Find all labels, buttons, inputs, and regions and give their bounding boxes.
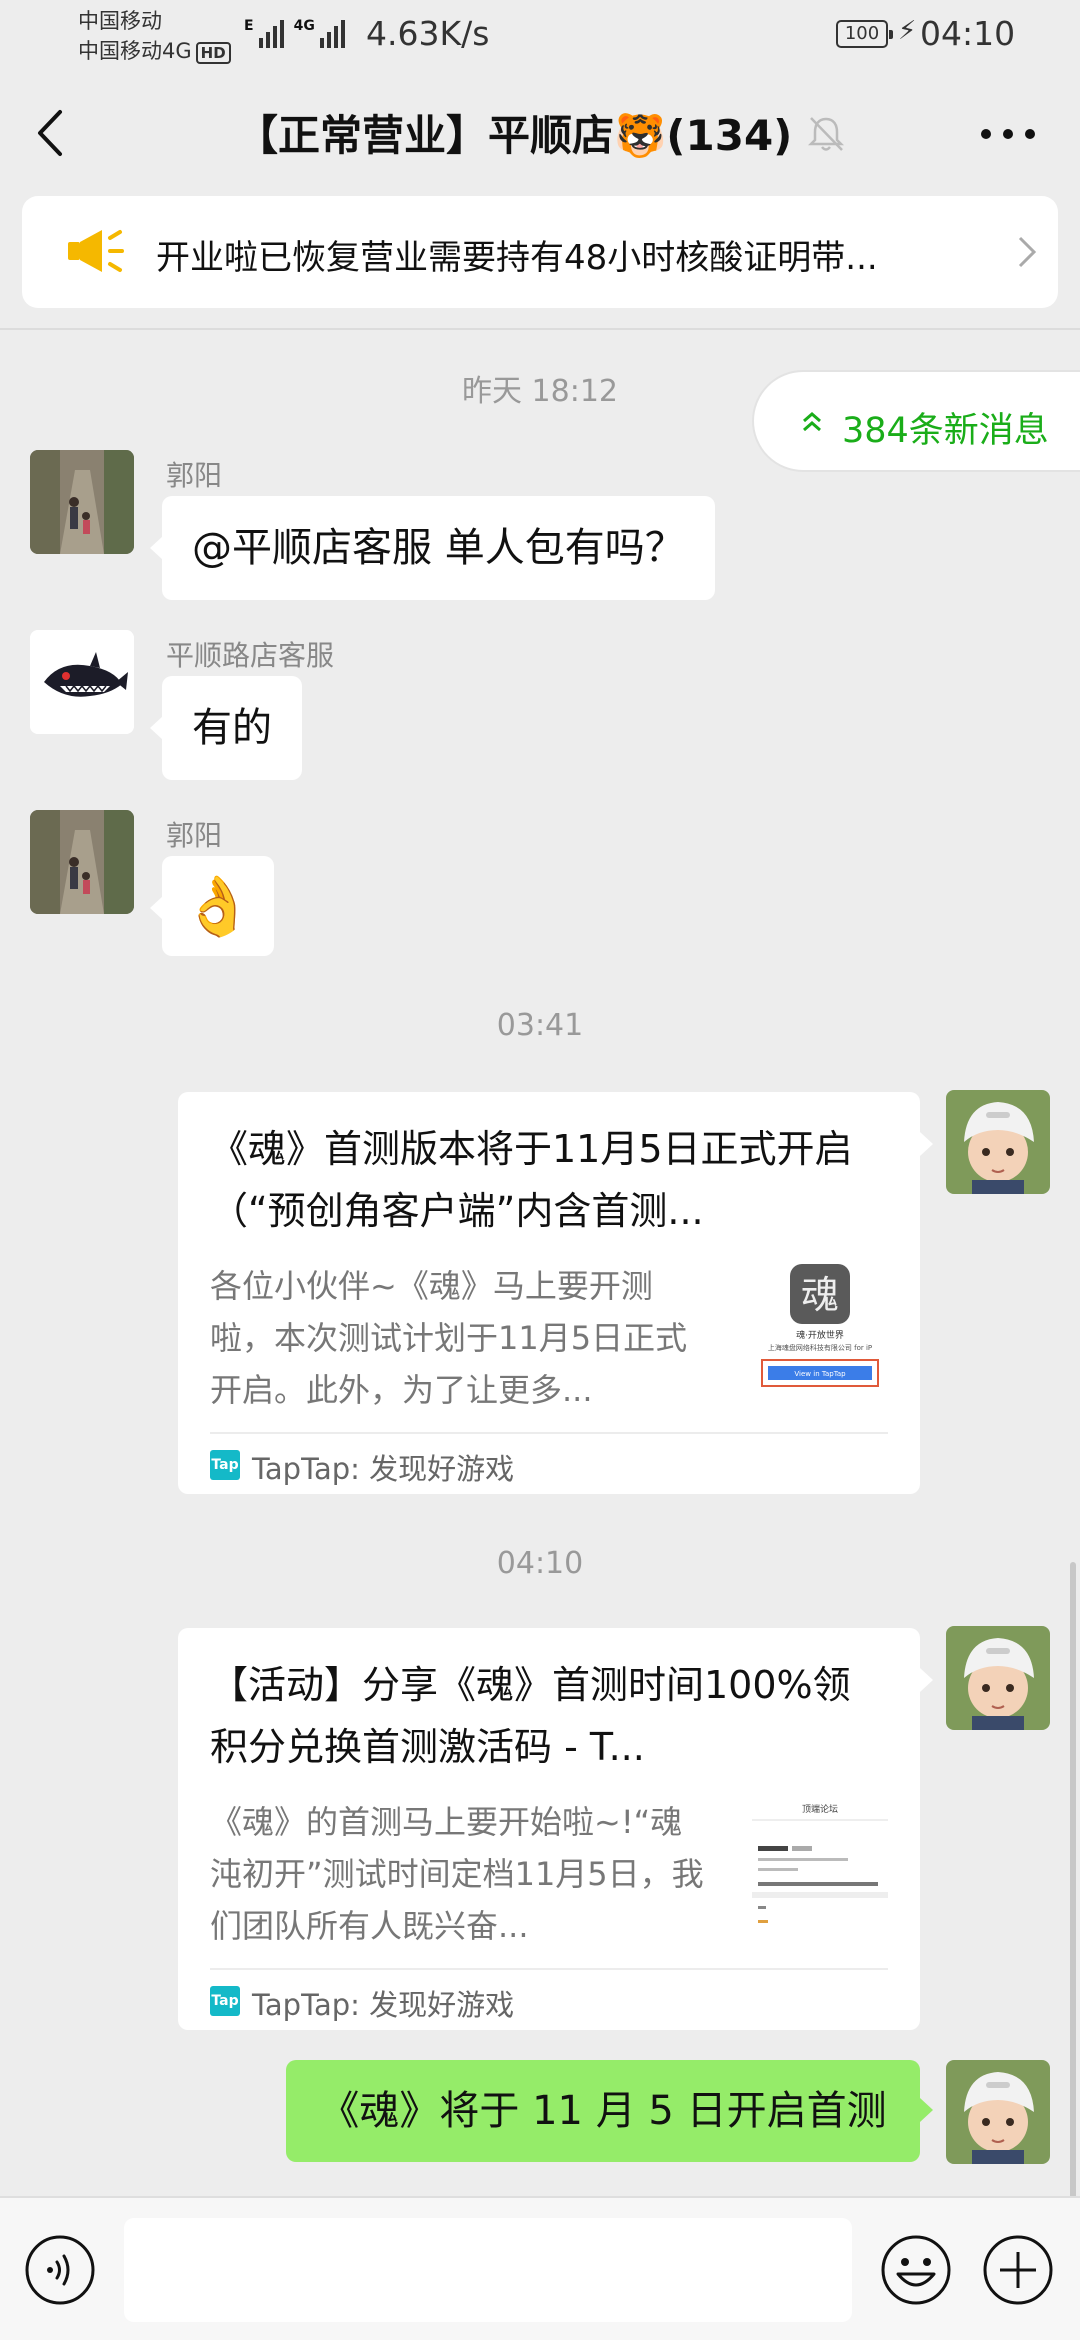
my-message-bubble[interactable]: 《魂》将于 11 月 5 日开启首测 <box>286 2060 933 2162</box>
plus-icon[interactable] <box>982 2234 1054 2306</box>
card-description: 《魂》的首测马上要开始啦~!“魂沌初开”测试时间定档11月5日，我们团队所有人既… <box>210 1803 704 1945</box>
signal-icons: E 4G <box>244 18 345 48</box>
sender-name: 郭阳 <box>166 819 223 852</box>
svg-text:顶端论坛: 顶端论坛 <box>802 1803 838 1815</box>
card-divider <box>210 1968 888 1970</box>
group-announcement[interactable]: 开业啦已恢复营业需要持有48小时核酸证明带... <box>22 196 1058 308</box>
carrier-2: 中国移动4G <box>78 39 192 63</box>
my-avatar[interactable] <box>946 1626 1050 1730</box>
double-chevron-up-icon <box>803 412 821 432</box>
battery-icon: 100 <box>836 20 893 48</box>
avatar[interactable] <box>30 450 134 554</box>
more-options-icon[interactable] <box>978 124 1038 144</box>
back-arrow-icon[interactable] <box>30 108 70 158</box>
card-divider <box>210 1432 888 1434</box>
timestamp: 03:41 <box>496 1008 584 1043</box>
taptap-icon: Tap <box>210 1986 240 2016</box>
chat-scrollbar[interactable] <box>1070 1562 1076 2202</box>
carrier-info: 中国移动 中国移动4G HD <box>78 6 231 66</box>
card-source: TapTap: 发现好游戏 <box>252 1988 515 2022</box>
status-bar: 中国移动 中国移动4G HD E 4G 4.63K/s 100 ⚡ 04:10 <box>0 0 1080 72</box>
chat-title: 【正常营业】平顺店🐯(134) <box>236 111 793 160</box>
charging-icon: ⚡ <box>898 16 917 46</box>
my-avatar[interactable] <box>946 1090 1050 1194</box>
my-avatar[interactable] <box>946 2060 1050 2164</box>
emoji-icon[interactable] <box>880 2234 952 2306</box>
voice-icon[interactable] <box>24 2234 96 2306</box>
carrier-1: 中国移动 <box>78 9 162 33</box>
link-card[interactable]: 【活动】分享《魂》首测时间100%领积分兑换首测激活码 - T... 《魂》的首… <box>178 1628 933 2030</box>
network-speed: 4.63K/s <box>366 14 490 53</box>
timestamp: 04:10 <box>496 1546 584 1581</box>
card-source: TapTap: 发现好游戏 <box>252 1452 515 1486</box>
sender-name: 郭阳 <box>166 459 223 492</box>
signal-e-icon: E <box>244 18 284 48</box>
svg-text:魂·开放世界: 魂·开放世界 <box>796 1329 844 1341</box>
message-input-bar <box>0 2196 1080 2340</box>
new-messages-label: 384条新消息 <box>842 411 1049 451</box>
avatar[interactable] <box>30 630 134 734</box>
avatar[interactable] <box>30 810 134 914</box>
hd-badge: HD <box>195 42 231 64</box>
svg-text:上海魂盘网络科技有限公司 for iP: 上海魂盘网络科技有限公司 for iP <box>768 1343 872 1352</box>
svg-text:View in TapTap: View in TapTap <box>794 1370 846 1378</box>
svg-text:魂: 魂 <box>801 1273 839 1317</box>
card-thumbnail: 顶端论坛 <box>752 1796 888 1932</box>
message-bubble[interactable]: @平顺店客服 单人包有吗？ <box>150 496 715 600</box>
signal-4g-icon: 4G <box>294 18 345 48</box>
link-card[interactable]: 《魂》首测版本将于11月5日正式开启（“预创角客户端”内含首测... 各位小伙伴… <box>178 1092 933 1494</box>
status-time: 04:10 <box>920 14 1016 53</box>
chat-header: 【正常营业】平顺店🐯(134) <box>0 72 1080 194</box>
announcement-text: 开业啦已恢复营业需要持有48小时核酸证明带... <box>156 238 878 278</box>
megaphone-icon <box>68 230 124 272</box>
header-divider <box>0 328 1080 330</box>
sender-name: 平顺路店客服 <box>166 639 335 672</box>
message-bubble[interactable]: 有的 <box>150 676 302 780</box>
new-messages-button[interactable]: 384条新消息 <box>752 370 1080 472</box>
card-thumbnail: 魂 魂·开放世界 上海魂盘网络科技有限公司 for iP View in Tap… <box>752 1260 888 1396</box>
message-input[interactable] <box>124 2218 852 2322</box>
carrier-2-row: 中国移动4G HD <box>78 36 231 66</box>
card-title: 《魂》首测版本将于11月5日正式开启（“预创角客户端”内含首测... <box>210 1127 853 1233</box>
taptap-icon: Tap <box>210 1450 240 1480</box>
ok-hand-emoji[interactable]: 👌 <box>150 856 274 956</box>
chevron-right-icon <box>1018 236 1037 268</box>
card-title: 【活动】分享《魂》首测时间100%领积分兑换首测激活码 - T... <box>210 1663 851 1769</box>
mute-bell-icon <box>807 117 845 151</box>
card-description: 各位小伙伴~《魂》马上要开测啦，本次测试计划于11月5日正式开启。此外，为了让更… <box>210 1267 688 1409</box>
